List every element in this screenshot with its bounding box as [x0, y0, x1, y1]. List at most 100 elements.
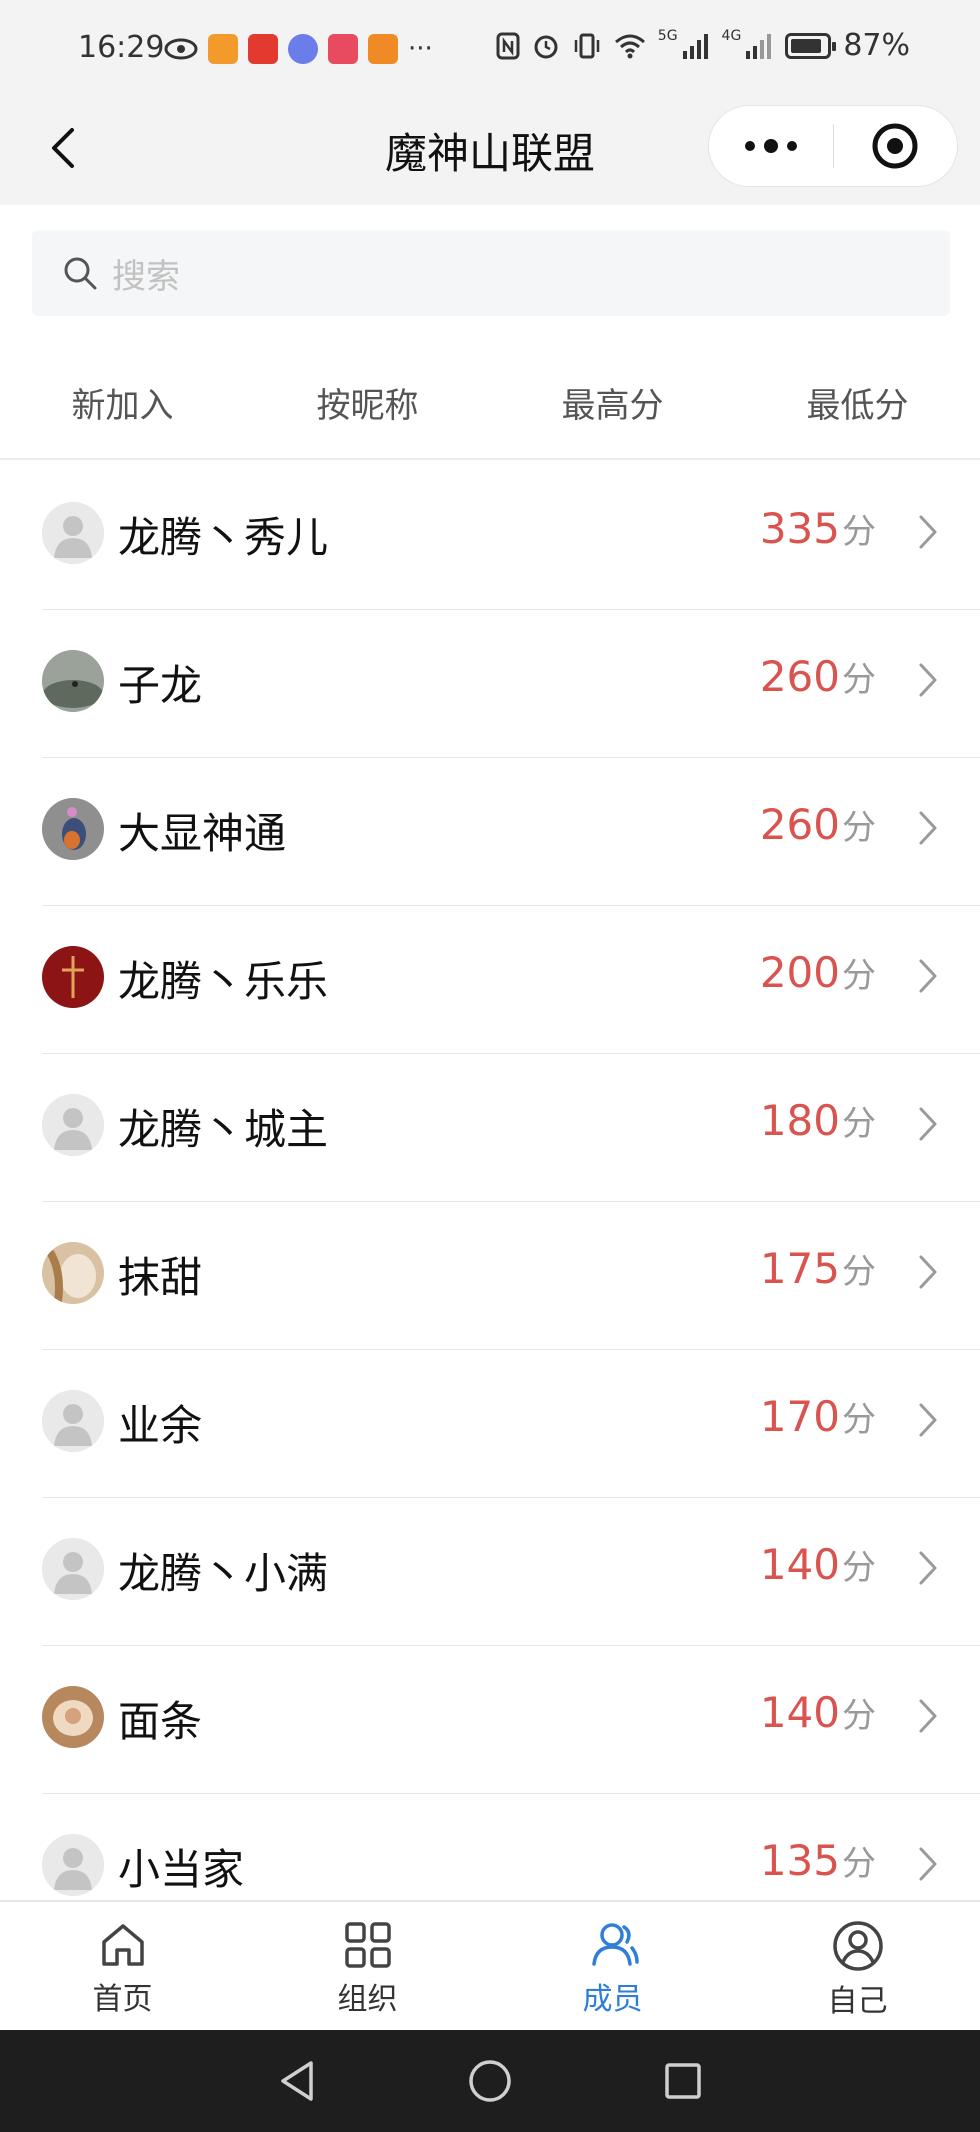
nav-members[interactable]: 成员	[490, 1902, 735, 2030]
mini-program-capsule	[708, 105, 958, 187]
member-row[interactable]: 龙腾丶秀儿 335分	[0, 462, 980, 610]
member-name: 小当家	[118, 1845, 245, 1894]
target-close-icon	[872, 123, 918, 169]
avatar	[42, 798, 104, 860]
network-4g-label: 4G	[721, 28, 742, 44]
member-score: 140分	[760, 1540, 876, 1589]
member-row[interactable]: 业余 170分	[0, 1350, 980, 1498]
score-value: 170	[759, 1392, 840, 1441]
member-row[interactable]: 龙腾丶乐乐 200分	[0, 906, 980, 1054]
score-value: 260	[759, 800, 840, 849]
app-notification-icon	[208, 34, 238, 64]
member-row[interactable]: 小当家 135分	[0, 1794, 980, 1900]
member-name: 龙腾丶小满	[118, 1549, 329, 1598]
network-5g-label: 5G	[657, 28, 678, 44]
member-score: 140分	[760, 1688, 876, 1737]
chevron-right-icon	[919, 1107, 937, 1141]
avatar	[42, 1094, 104, 1156]
tab-lowest-score[interactable]: 最低分	[735, 340, 980, 458]
chevron-right-icon	[919, 515, 937, 549]
member-name: 龙腾丶秀儿	[118, 513, 329, 562]
signal-icon	[746, 33, 772, 59]
nfc-icon	[496, 32, 520, 59]
avatar	[42, 946, 104, 1008]
status-time: 16:29	[78, 30, 165, 65]
score-unit: 分	[842, 956, 876, 996]
nav-home[interactable]: 首页	[0, 1902, 245, 2030]
wifi-icon	[614, 34, 645, 58]
score-value: 260	[759, 652, 840, 701]
system-back-icon[interactable]	[277, 2059, 317, 2103]
nav-label: 首页	[92, 1982, 153, 2017]
score-value: 180	[759, 1096, 840, 1145]
member-score: 170分	[760, 1392, 876, 1441]
score-value: 140	[759, 1540, 840, 1589]
music-icon	[288, 34, 318, 64]
title-bar: 魔神山联盟	[0, 100, 980, 205]
top-area: 16:29 ··· 5G 4G 87% 魔神山联盟	[0, 0, 980, 205]
member-row[interactable]: 龙腾丶小满 140分	[0, 1498, 980, 1646]
member-row[interactable]: 龙腾丶城主 180分	[0, 1054, 980, 1202]
member-row[interactable]: 抹甜 175分	[0, 1202, 980, 1350]
members-icon	[591, 1923, 639, 1966]
score-value: 200	[759, 948, 840, 997]
avatar	[42, 1686, 104, 1748]
status-bar: 16:29 ··· 5G 4G 87%	[0, 0, 980, 100]
vibrate-icon	[574, 33, 600, 58]
video-icon	[368, 34, 398, 64]
tab-by-nickname[interactable]: 按昵称	[245, 340, 490, 458]
tab-label: 按昵称	[316, 386, 419, 426]
member-score: 335分	[760, 504, 876, 553]
grid-icon	[344, 1922, 391, 1968]
alarm-icon	[534, 35, 558, 58]
eye-icon	[164, 38, 198, 60]
score-unit: 分	[842, 1548, 876, 1588]
chevron-right-icon	[919, 663, 937, 697]
tab-newest[interactable]: 新加入	[0, 340, 245, 458]
tab-highest-score[interactable]: 最高分	[490, 340, 735, 458]
member-row[interactable]: 面条 140分	[0, 1646, 980, 1794]
home-icon	[101, 1924, 144, 1966]
app-notification-icon	[248, 34, 278, 64]
battery-percent: 87%	[843, 28, 910, 63]
score-unit: 分	[842, 1252, 876, 1292]
avatar	[42, 1538, 104, 1600]
member-name: 面条	[118, 1697, 203, 1746]
tab-label: 新加入	[71, 386, 174, 426]
tab-label: 最低分	[806, 386, 909, 426]
member-row[interactable]: 子龙 260分	[0, 610, 980, 758]
score-unit: 分	[842, 1844, 876, 1884]
score-unit: 分	[842, 808, 876, 848]
more-notifications-icon: ···	[408, 34, 433, 64]
battery-icon	[785, 32, 837, 59]
more-menu-button[interactable]	[709, 106, 833, 186]
member-name: 大显神通	[118, 809, 287, 858]
member-name: 业余	[118, 1401, 203, 1450]
search-icon	[64, 257, 97, 290]
chevron-right-icon	[919, 811, 937, 845]
member-name: 子龙	[118, 661, 203, 710]
member-score: 180分	[760, 1096, 876, 1145]
nav-label: 成员	[582, 1982, 643, 2017]
search-input[interactable]: 搜索	[32, 230, 950, 316]
member-score: 260分	[760, 652, 876, 701]
member-row[interactable]: 大显神通 260分	[0, 758, 980, 906]
app-notification-icon	[328, 34, 358, 64]
avatar	[42, 1390, 104, 1452]
nav-label: 组织	[337, 1982, 398, 2017]
profile-icon	[832, 1921, 883, 1971]
chevron-right-icon	[919, 1847, 937, 1881]
nav-label: 自己	[827, 1984, 888, 2019]
nav-profile[interactable]: 自己	[735, 1902, 980, 2030]
score-unit: 分	[842, 1104, 876, 1144]
system-recents-icon[interactable]	[663, 2061, 703, 2101]
chevron-right-icon	[919, 1551, 937, 1585]
member-name: 抹甜	[118, 1253, 203, 1302]
tab-label: 最高分	[561, 386, 664, 426]
avatar	[42, 502, 104, 564]
system-navigation-bar	[0, 2030, 980, 2132]
notification-icons: ···	[164, 34, 433, 64]
close-mini-program-button[interactable]	[834, 106, 958, 186]
nav-organization[interactable]: 组织	[245, 1902, 490, 2030]
system-home-icon[interactable]	[467, 2058, 513, 2104]
